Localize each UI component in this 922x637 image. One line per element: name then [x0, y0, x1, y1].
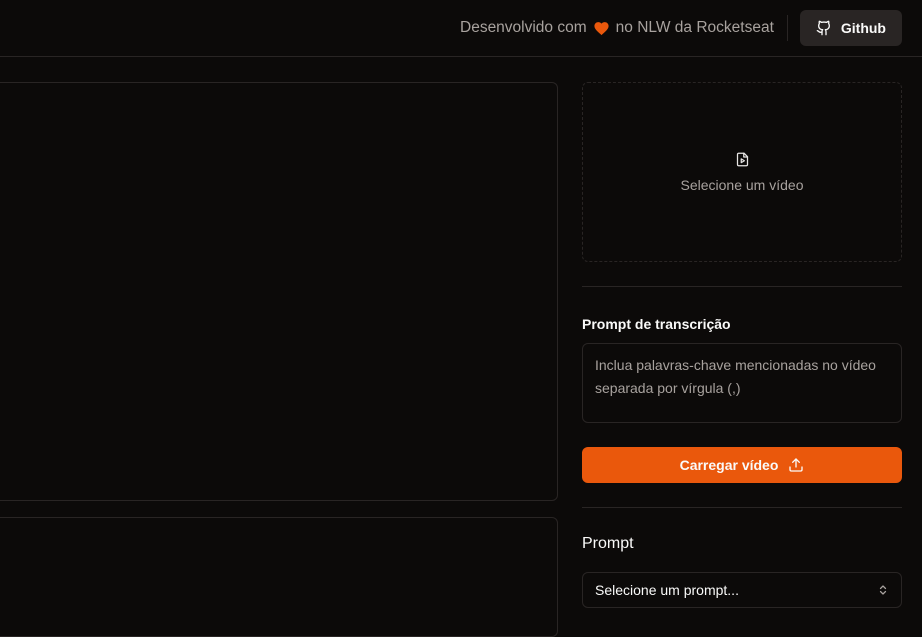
github-icon — [816, 20, 830, 36]
credit-suffix: no NLW da Rocketseat — [615, 19, 774, 36]
prompt-select-value: Selecione um prompt... — [595, 582, 739, 598]
credit-text: Desenvolvido com no NLW da Rocketseat — [460, 19, 774, 37]
dropzone-label: Selecione um vídeo — [680, 176, 804, 193]
upload-button-label: Carregar vídeo — [679, 457, 779, 473]
github-label: Github — [840, 20, 886, 36]
result-panel[interactable] — [0, 517, 558, 637]
transcription-editor-panel[interactable] — [0, 82, 558, 501]
heart-icon — [593, 20, 610, 37]
credit-prefix: Desenvolvido com — [460, 19, 587, 36]
section-divider — [582, 507, 902, 508]
github-button[interactable]: Github — [799, 10, 902, 46]
prompt-select[interactable]: Selecione um prompt... — [582, 572, 902, 608]
header-divider — [786, 15, 788, 41]
video-dropzone[interactable]: Selecione um vídeo — [582, 82, 902, 262]
file-video-icon — [736, 152, 748, 166]
upload-video-button[interactable]: Carregar vídeo — [582, 447, 902, 483]
section-divider — [582, 286, 902, 287]
app-header: Desenvolvido com no NLW da Rocketseat Gi… — [0, 0, 922, 57]
transcription-prompt-label: Prompt de transcrição — [582, 316, 731, 332]
chevrons-up-down-icon — [879, 585, 887, 595]
prompt-title: Prompt — [582, 535, 634, 552]
upload-icon — [789, 458, 804, 472]
transcription-prompt-input[interactable] — [582, 343, 902, 423]
